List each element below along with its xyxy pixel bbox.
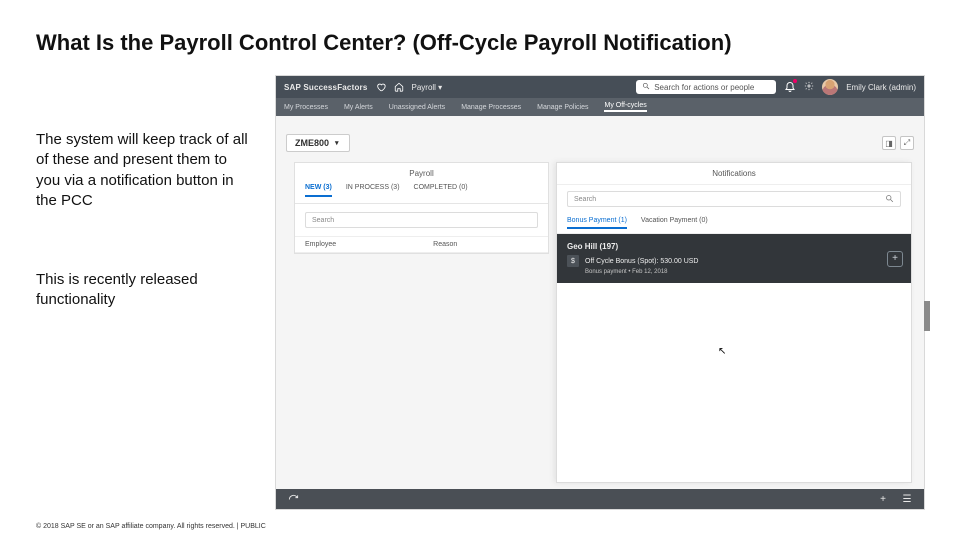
tab-bonus-payment[interactable]: Bonus Payment (1) <box>567 217 627 229</box>
notifications-title: Notifications <box>557 163 911 185</box>
notifications-panel: Notifications Search Bonus Payment (1) V… <box>556 162 912 483</box>
notification-dot-icon <box>793 79 797 83</box>
payroll-status-tabs: NEW (3) IN PROCESS (3) COMPLETED (0) <box>295 184 548 204</box>
tab-new[interactable]: NEW (3) <box>305 184 332 197</box>
payment-icon: $ <box>567 255 579 267</box>
app-topbar: SAP SuccessFactors Payroll ▾ Search for … <box>276 76 924 98</box>
side-handle[interactable] <box>924 301 930 331</box>
home-icon[interactable] <box>394 82 404 92</box>
mouse-cursor-icon: ↖ <box>718 346 726 357</box>
notification-item[interactable]: Geo Hill (197) $ Off Cycle Bonus (Spot):… <box>557 234 911 283</box>
bottom-list-icon[interactable]: ☰ <box>900 492 914 506</box>
nav-unassigned-alerts[interactable]: Unassigned Alerts <box>389 104 445 111</box>
nav-manage-policies[interactable]: Manage Policies <box>537 104 588 111</box>
payroll-search-placeholder: Search <box>312 217 334 224</box>
app-screenshot: SAP SuccessFactors Payroll ▾ Search for … <box>275 75 925 510</box>
notification-detail: Off Cycle Bonus (Spot): 530.00 USD <box>585 258 698 265</box>
payroll-grid-header: Employee Reason <box>295 236 548 253</box>
tab-completed[interactable]: COMPLETED (0) <box>414 184 468 197</box>
slide-footer: © 2018 SAP SE or an SAP affiliate compan… <box>36 523 266 530</box>
col-reason: Reason <box>433 241 538 248</box>
payroll-card-title: Payroll <box>295 163 548 184</box>
heart-icon[interactable] <box>376 82 386 92</box>
nav-manage-processes[interactable]: Manage Processes <box>461 104 521 111</box>
nav-my-processes[interactable]: My Processes <box>284 104 328 111</box>
notifications-bell-icon[interactable] <box>784 80 796 94</box>
notifications-search-placeholder: Search <box>574 196 596 203</box>
tab-inprocess[interactable]: IN PROCESS (3) <box>346 184 400 197</box>
notification-subtext: Bonus payment • Feb 12, 2018 <box>585 269 901 275</box>
search-icon <box>885 194 894 205</box>
notification-type-tabs: Bonus Payment (1) Vacation Payment (0) <box>557 213 911 234</box>
notifications-search[interactable]: Search <box>567 191 901 207</box>
global-search-placeholder: Search for actions or people <box>654 83 754 92</box>
payroll-card: Payroll NEW (3) IN PROCESS (3) COMPLETED… <box>294 162 549 254</box>
expand-icon[interactable]: ⤢ <box>900 136 914 150</box>
period-bar: ZME800 ◨ ⤢ <box>286 132 914 154</box>
user-avatar[interactable] <box>822 79 838 95</box>
period-selector[interactable]: ZME800 <box>286 134 350 152</box>
brand-label: SAP SuccessFactors <box>284 83 368 92</box>
settings-icon[interactable] <box>804 81 814 93</box>
search-icon <box>642 82 650 92</box>
nav-my-offcycles[interactable]: My Off-cycles <box>604 102 646 112</box>
view-toggle-1-icon[interactable]: ◨ <box>882 136 896 150</box>
add-notification-button[interactable]: + <box>887 251 903 267</box>
app-bottombar: + ☰ <box>276 489 924 509</box>
slide-paragraph-1: The system will keep track of all of the… <box>36 130 251 211</box>
nav-my-alerts[interactable]: My Alerts <box>344 104 373 111</box>
global-search[interactable]: Search for actions or people <box>636 80 776 94</box>
slide-paragraph-2: This is recently released functionality <box>36 270 251 311</box>
col-employee: Employee <box>305 241 433 248</box>
payroll-search-input[interactable]: Search <box>305 212 538 228</box>
user-name[interactable]: Emily Clark (admin) <box>846 83 916 92</box>
bottom-add-icon[interactable]: + <box>876 492 890 506</box>
notification-employee-name: Geo Hill (197) <box>567 242 901 251</box>
module-nav: My Processes My Alerts Unassigned Alerts… <box>276 98 924 116</box>
refresh-icon[interactable] <box>286 492 300 506</box>
tab-vacation-payment[interactable]: Vacation Payment (0) <box>641 217 708 229</box>
top-module-dropdown[interactable]: Payroll ▾ <box>412 83 443 92</box>
slide-title: What Is the Payroll Control Center? (Off… <box>36 30 732 56</box>
content-area: ZME800 ◨ ⤢ Payroll NEW (3) IN PROCESS (3… <box>276 116 924 509</box>
